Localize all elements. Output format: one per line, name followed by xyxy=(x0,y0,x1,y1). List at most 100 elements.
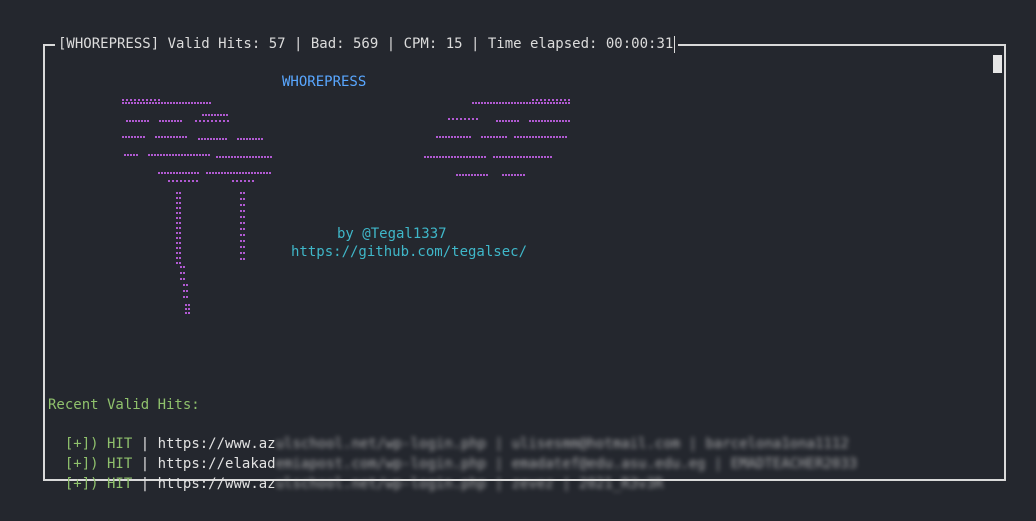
art-dot xyxy=(166,154,168,156)
art-dot xyxy=(266,172,268,174)
art-dot xyxy=(222,138,224,140)
art-dot xyxy=(125,102,127,104)
art-dot xyxy=(179,102,181,104)
art-dot xyxy=(240,222,242,224)
art-dot xyxy=(523,136,525,138)
art-dot xyxy=(147,120,149,122)
art-dot xyxy=(243,156,245,158)
art-dot xyxy=(180,272,182,274)
art-dot xyxy=(547,156,549,158)
art-dot xyxy=(508,174,510,176)
art-dot xyxy=(127,154,129,156)
art-dot xyxy=(511,102,513,104)
art-dot xyxy=(243,204,245,206)
art-dot xyxy=(243,198,245,200)
art-dot xyxy=(237,156,239,158)
art-dot xyxy=(559,136,561,138)
art-dot xyxy=(176,197,178,199)
art-dot xyxy=(240,234,242,236)
art-dot xyxy=(219,138,221,140)
art-dot xyxy=(185,304,187,306)
art-dot xyxy=(496,156,498,158)
art-dot xyxy=(240,198,242,200)
art-dot xyxy=(246,156,248,158)
art-dot xyxy=(465,174,467,176)
art-dot xyxy=(430,156,432,158)
art-dot xyxy=(532,156,534,158)
art-dot xyxy=(526,156,528,158)
art-dot xyxy=(185,172,187,174)
art-dot xyxy=(137,102,139,104)
art-dot xyxy=(535,136,537,138)
art-dot xyxy=(196,180,198,182)
hit-row: [+]) HIT | https://elakademiapost.com/wp… xyxy=(48,434,857,472)
art-dot xyxy=(517,136,519,138)
art-dot xyxy=(176,252,178,254)
art-dot xyxy=(556,136,558,138)
art-dot xyxy=(529,136,531,138)
art-dot xyxy=(547,102,549,104)
art-dot xyxy=(255,138,257,140)
art-dot xyxy=(448,156,450,158)
art-dot xyxy=(261,138,263,140)
art-dot xyxy=(493,102,495,104)
art-dot xyxy=(209,172,211,174)
art-dot xyxy=(215,172,217,174)
art-dot xyxy=(538,156,540,158)
art-dot xyxy=(257,172,259,174)
art-dot xyxy=(240,204,242,206)
art-dot xyxy=(128,102,130,104)
art-dot xyxy=(243,138,245,140)
art-dot xyxy=(451,136,453,138)
art-dot xyxy=(252,138,254,140)
hit-separator: | xyxy=(140,476,150,492)
art-dot xyxy=(490,136,492,138)
hit-details-redacted: ulschool.net/wp-login.php | zevez | 2021… xyxy=(275,476,664,492)
art-dot xyxy=(176,232,178,234)
art-dot xyxy=(138,120,140,122)
art-dot xyxy=(240,240,242,242)
credit-url[interactable]: https://github.com/tegalsec/ xyxy=(291,244,527,260)
art-dot xyxy=(535,102,537,104)
art-dot xyxy=(562,120,564,122)
art-dot xyxy=(143,136,145,138)
art-dot xyxy=(183,272,185,274)
art-dot xyxy=(212,172,214,174)
art-dot xyxy=(183,266,185,268)
art-dot xyxy=(550,136,552,138)
art-dot xyxy=(481,102,483,104)
hit-tag: [+]) HIT xyxy=(64,476,133,492)
art-dot xyxy=(243,192,245,194)
art-dot xyxy=(131,136,133,138)
art-dot xyxy=(208,154,210,156)
art-dot xyxy=(544,136,546,138)
art-dot xyxy=(234,156,236,158)
art-dot xyxy=(481,156,483,158)
art-dot xyxy=(499,120,501,122)
art-dot xyxy=(496,120,498,122)
art-dot xyxy=(186,284,188,286)
art-dot xyxy=(478,156,480,158)
art-dot xyxy=(532,99,534,101)
art-dot xyxy=(240,216,242,218)
art-dot xyxy=(176,212,178,214)
art-dot xyxy=(562,136,564,138)
art-dot xyxy=(547,136,549,138)
art-dot xyxy=(490,102,492,104)
art-dot xyxy=(149,102,151,104)
art-dot xyxy=(180,266,182,268)
art-dot xyxy=(535,120,537,122)
art-dot xyxy=(214,114,216,116)
art-dot xyxy=(484,102,486,104)
art-dot xyxy=(487,102,489,104)
art-dot xyxy=(529,156,531,158)
art-dot xyxy=(157,154,159,156)
art-dot xyxy=(526,102,528,104)
art-dot xyxy=(183,284,185,286)
art-dot xyxy=(550,156,552,158)
art-dot xyxy=(502,120,504,122)
art-dot xyxy=(176,180,178,182)
art-dot xyxy=(211,120,213,122)
art-dot xyxy=(526,136,528,138)
art-dot xyxy=(493,156,495,158)
